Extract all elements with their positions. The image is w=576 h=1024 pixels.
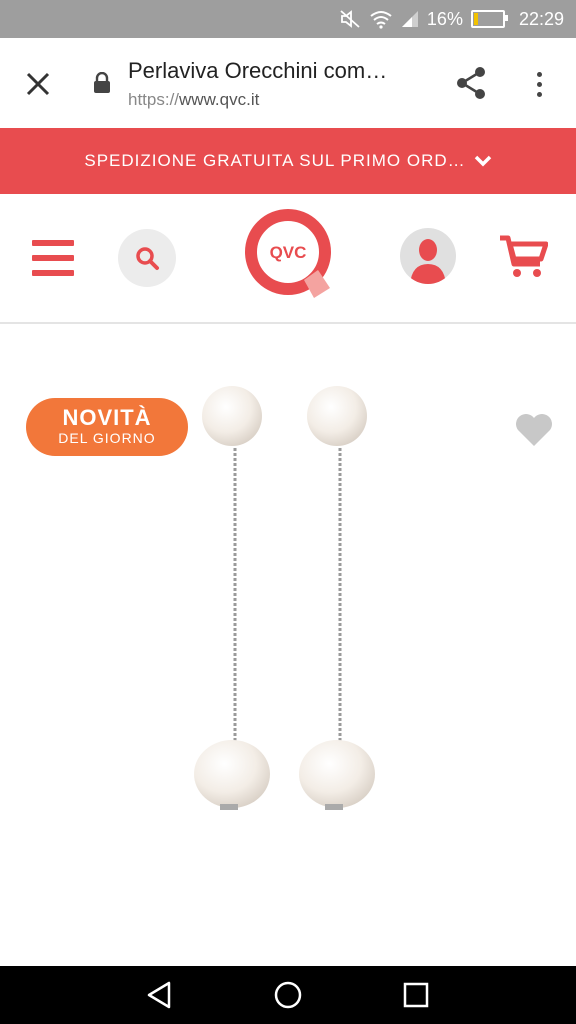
search-button[interactable]: [118, 229, 176, 287]
account-button[interactable]: [400, 228, 456, 284]
page-url[interactable]: https://www.qvc.it: [128, 90, 259, 110]
url-scheme: https://: [128, 90, 180, 109]
chevron-down-icon: [474, 155, 491, 167]
badge-line-2: DEL GIORNO: [58, 430, 156, 446]
battery-fill: [473, 13, 478, 25]
back-icon[interactable]: [145, 980, 175, 1010]
site-header: QVC: [0, 194, 576, 324]
cart-icon[interactable]: [498, 232, 548, 280]
url-host: www.qvc.it: [179, 90, 260, 109]
promo-banner[interactable]: SPEDIZIONE GRATUITA SUL PRIMO ORD…: [0, 128, 576, 194]
account-icon: [410, 239, 446, 284]
lock-icon: [94, 72, 110, 93]
product-image[interactable]: [180, 376, 400, 896]
home-icon[interactable]: [273, 980, 303, 1010]
favorite-heart-icon[interactable]: [514, 412, 554, 448]
share-icon[interactable]: [452, 64, 490, 102]
more-vert-icon[interactable]: [528, 66, 550, 102]
battery-icon: [470, 10, 508, 28]
browser-toolbar: Perlaviva Orecchini com… https://www.qvc…: [0, 38, 576, 128]
recents-icon[interactable]: [401, 980, 431, 1010]
badge-line-1: NOVITÀ: [62, 405, 152, 430]
new-of-day-badge: NOVITÀ DEL GIORNO: [26, 398, 188, 456]
logo-text: QVC: [270, 243, 307, 262]
page-title[interactable]: Perlaviva Orecchini com…: [128, 58, 428, 84]
battery-percent: 16%: [426, 8, 463, 29]
qvc-logo[interactable]: QVC: [244, 208, 344, 304]
search-icon: [136, 247, 159, 270]
product-image-area: NOVITÀ DEL GIORNO: [0, 324, 576, 966]
hamburger-menu-icon[interactable]: [32, 240, 74, 276]
right-earring: [299, 386, 375, 810]
clock: 22:29: [518, 8, 564, 29]
status-indicators: 16% 22:29: [339, 0, 564, 38]
signal-icon: [401, 11, 418, 27]
mute-icon: [340, 10, 360, 28]
status-bar: 16% 22:29: [0, 0, 576, 38]
wifi-icon: [370, 11, 392, 29]
close-icon: [26, 72, 50, 96]
left-earring: [194, 386, 270, 810]
system-nav-bar: [0, 966, 576, 1024]
close-tab-button[interactable]: [20, 66, 56, 102]
promo-banner-text: SPEDIZIONE GRATUITA SUL PRIMO ORD…: [84, 151, 466, 170]
